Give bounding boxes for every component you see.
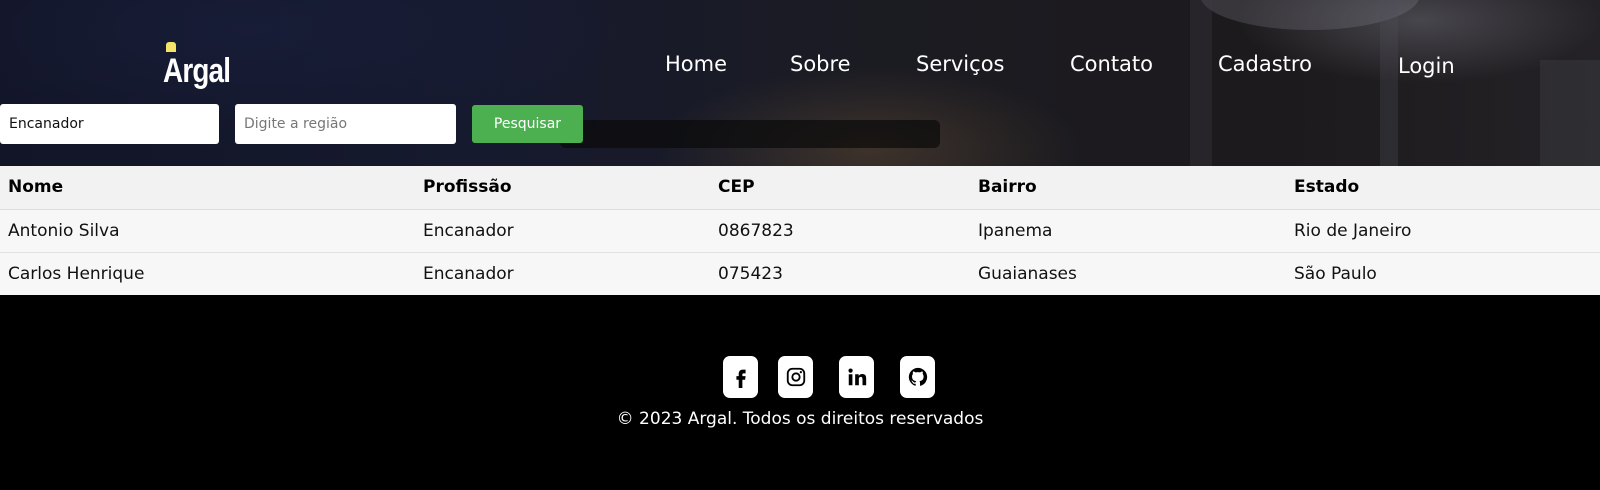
- nav-item-home[interactable]: Home: [665, 52, 727, 76]
- hero-header: Argal Home Sobre Serviços Contato Cadast…: [0, 0, 1600, 166]
- background-pipe: [1380, 0, 1398, 166]
- cell-nome: Carlos Henrique: [0, 252, 415, 295]
- cell-estado: Rio de Janeiro: [1286, 209, 1600, 253]
- results-table: Nome Profissão CEP Bairro Estado Antonio…: [0, 166, 1600, 295]
- logo-lamp-icon: [166, 42, 176, 52]
- brand-name: Argal: [163, 52, 231, 90]
- column-header-estado: Estado: [1286, 166, 1600, 210]
- cell-cep: 075423: [710, 252, 970, 295]
- cell-estado: São Paulo: [1286, 252, 1600, 295]
- nav-item-login[interactable]: Login: [1398, 54, 1455, 78]
- background-pipe: [560, 120, 940, 148]
- search-button[interactable]: Pesquisar: [472, 105, 583, 143]
- table-row: Carlos Henrique Encanador 075423 Guaiana…: [0, 252, 1600, 295]
- column-header-profissao: Profissão: [415, 166, 710, 210]
- instagram-icon: [786, 367, 805, 387]
- linkedin-icon: [847, 368, 866, 386]
- site-footer: © 2023 Argal. Todos os direitos reservad…: [0, 295, 1600, 489]
- background-pipe: [1540, 60, 1600, 166]
- social-links: [0, 356, 1600, 398]
- column-header-cep: CEP: [710, 166, 970, 210]
- table-row: Antonio Silva Encanador 0867823 Ipanema …: [0, 209, 1600, 253]
- facebook-icon: [735, 369, 746, 388]
- cell-nome: Antonio Silva: [0, 209, 415, 253]
- nav-item-contato[interactable]: Contato: [1070, 52, 1153, 76]
- nav-item-cadastro[interactable]: Cadastro: [1218, 52, 1312, 76]
- background-pipe: [1190, 0, 1212, 166]
- profession-input[interactable]: [0, 104, 219, 144]
- copyright-text: © 2023 Argal. Todos os direitos reservad…: [616, 409, 984, 429]
- cell-cep: 0867823: [710, 209, 970, 253]
- column-header-nome: Nome: [0, 166, 415, 210]
- github-link[interactable]: [900, 356, 935, 398]
- cell-profissao: Encanador: [415, 209, 710, 253]
- brand-logo[interactable]: Argal: [163, 42, 243, 88]
- nav-item-servicos[interactable]: Serviços: [916, 52, 1004, 76]
- instagram-link[interactable]: [778, 356, 813, 398]
- results-table-section: Nome Profissão CEP Bairro Estado Antonio…: [0, 166, 1600, 295]
- cell-bairro: Ipanema: [970, 209, 1286, 253]
- table-header-row: Nome Profissão CEP Bairro Estado: [0, 166, 1600, 210]
- nav-item-sobre[interactable]: Sobre: [790, 52, 851, 76]
- facebook-link[interactable]: [723, 356, 758, 398]
- github-icon: [908, 367, 927, 386]
- column-header-bairro: Bairro: [970, 166, 1286, 210]
- cell-profissao: Encanador: [415, 252, 710, 295]
- linkedin-link[interactable]: [839, 356, 874, 398]
- cell-bairro: Guaianases: [970, 252, 1286, 295]
- region-input[interactable]: [235, 104, 456, 144]
